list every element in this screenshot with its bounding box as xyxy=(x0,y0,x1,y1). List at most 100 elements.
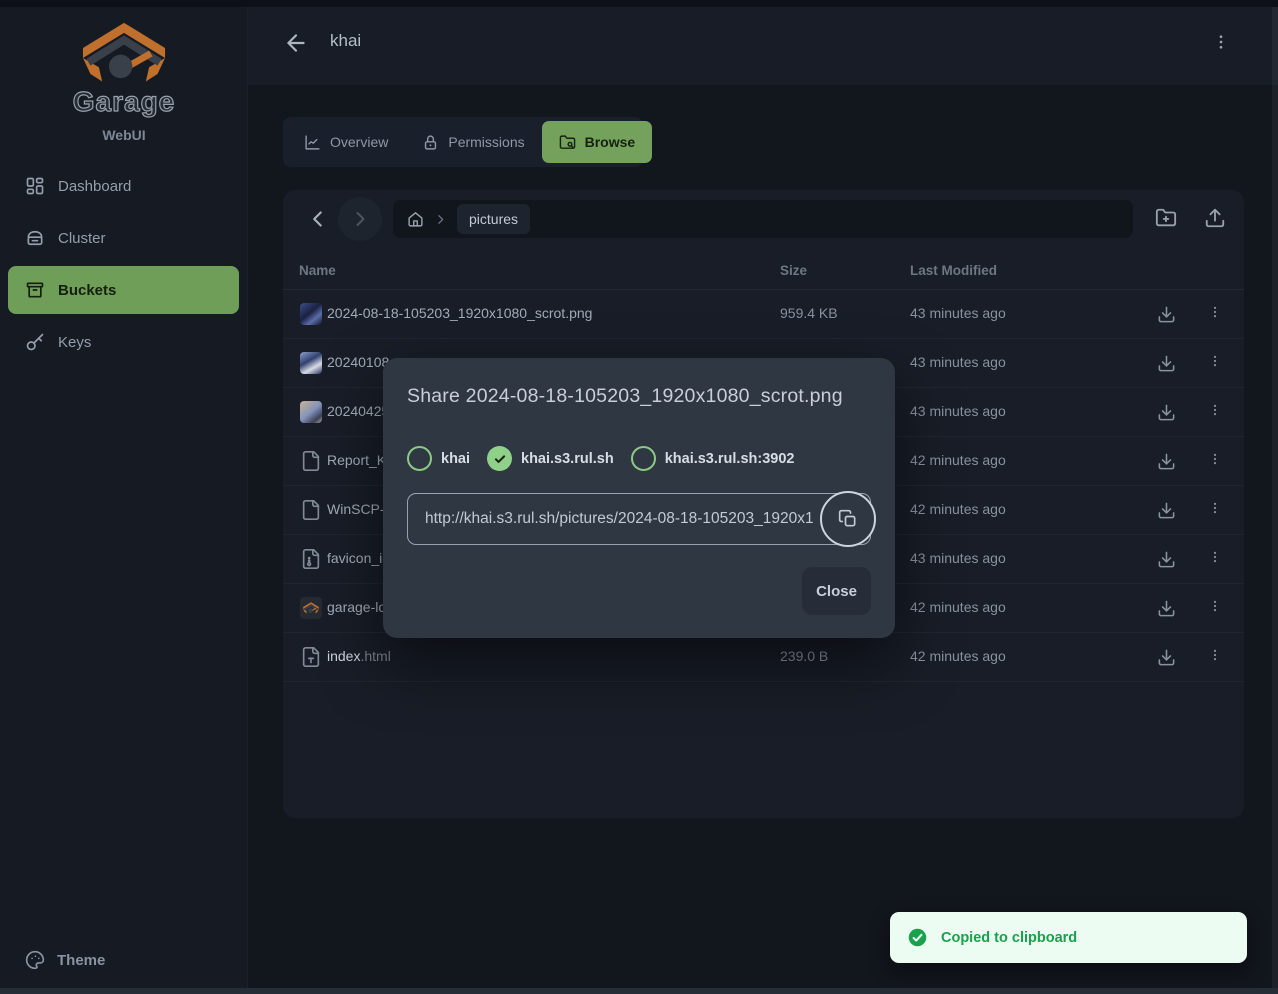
theme-button[interactable]: Theme xyxy=(8,938,239,982)
row-menu-button[interactable] xyxy=(1208,354,1222,373)
radio-option-khai-s3-3902[interactable]: khai.s3.rul.sh:3902 xyxy=(631,446,795,471)
app-subtitle: WebUI xyxy=(0,127,248,143)
breadcrumb: pictures xyxy=(393,200,1133,238)
tab-label: Browse xyxy=(585,134,636,150)
sidebar-item-buckets[interactable]: Buckets xyxy=(8,266,239,314)
app-name: Garage xyxy=(0,86,248,118)
back-button[interactable] xyxy=(281,28,311,58)
garage-logo-thumbnail xyxy=(300,597,322,619)
tab-permissions[interactable]: Permissions xyxy=(405,121,541,163)
file-image-icon xyxy=(300,548,322,570)
file-icon xyxy=(300,450,322,472)
upload-icon xyxy=(1204,207,1226,229)
radio-label: khai.s3.rul.sh:3902 xyxy=(665,451,795,467)
file-name-extension: .html xyxy=(360,648,390,664)
bucket-title: khai xyxy=(330,31,361,51)
table-row[interactable]: index.html 239.0 B 42 minutes ago xyxy=(283,633,1244,682)
column-header-size: Size xyxy=(780,263,807,278)
folder-search-icon xyxy=(559,134,576,151)
download-button[interactable] xyxy=(1157,452,1176,471)
bucket-menu-button[interactable] xyxy=(1210,30,1232,54)
file-modified: 42 minutes ago xyxy=(910,501,1006,517)
row-menu-button[interactable] xyxy=(1208,403,1222,422)
download-button[interactable] xyxy=(1157,403,1176,422)
download-icon xyxy=(1157,501,1176,520)
new-folder-button[interactable] xyxy=(1155,207,1177,229)
image-thumbnail xyxy=(300,401,322,423)
radio-label: khai xyxy=(441,451,470,467)
kebab-menu-icon xyxy=(1208,599,1222,613)
sidebar-item-keys[interactable]: Keys xyxy=(8,318,239,366)
file-name: Report_K xyxy=(327,452,386,468)
upload-button[interactable] xyxy=(1204,207,1226,229)
row-menu-button[interactable] xyxy=(1208,599,1222,618)
tab-browse[interactable]: Browse xyxy=(542,121,653,163)
theme-label: Theme xyxy=(57,952,105,969)
key-icon xyxy=(25,332,45,352)
file-modified: 42 minutes ago xyxy=(910,452,1006,468)
download-button[interactable] xyxy=(1157,501,1176,520)
file-name: index.html xyxy=(327,648,391,664)
download-button[interactable] xyxy=(1157,648,1176,667)
image-thumbnail xyxy=(300,303,322,325)
horizontal-scrollbar[interactable] xyxy=(0,988,1278,994)
history-back-button[interactable] xyxy=(305,206,331,232)
row-menu-button[interactable] xyxy=(1208,305,1222,324)
dashboard-icon xyxy=(25,176,45,196)
row-menu-button[interactable] xyxy=(1208,648,1222,667)
radio-option-khai-s3[interactable]: khai.s3.rul.sh xyxy=(487,446,614,471)
download-icon xyxy=(1157,452,1176,471)
close-button[interactable]: Close xyxy=(802,567,871,615)
download-icon xyxy=(1157,648,1176,667)
file-name: 2024-08-18-105203_1920x1080_scrot.png xyxy=(327,305,592,321)
download-button[interactable] xyxy=(1157,305,1176,324)
arrow-left-icon xyxy=(283,30,309,56)
radio-unchecked-icon xyxy=(407,446,432,471)
garage-logo-icon xyxy=(80,22,168,84)
check-icon xyxy=(493,452,507,466)
tab-overview[interactable]: Overview xyxy=(287,121,405,163)
cluster-icon xyxy=(25,228,45,248)
kebab-menu-icon xyxy=(1212,33,1230,51)
column-header-name: Name xyxy=(299,263,336,278)
column-header-modified: Last Modified xyxy=(910,263,997,278)
radio-option-khai[interactable]: khai xyxy=(407,446,470,471)
home-icon[interactable] xyxy=(407,211,424,228)
sidebar-item-cluster[interactable]: Cluster xyxy=(8,214,239,262)
kebab-menu-icon xyxy=(1208,452,1222,466)
toast-notification: Copied to clipboard xyxy=(890,912,1247,963)
radio-unchecked-icon xyxy=(631,446,656,471)
download-icon xyxy=(1157,354,1176,373)
download-button[interactable] xyxy=(1157,599,1176,618)
kebab-menu-icon xyxy=(1208,648,1222,662)
download-button[interactable] xyxy=(1157,550,1176,569)
copy-icon xyxy=(838,509,858,529)
folder-plus-icon xyxy=(1155,207,1177,229)
radio-label: khai.s3.rul.sh xyxy=(521,451,614,467)
sidebar-item-label: Keys xyxy=(58,334,91,351)
file-modified: 43 minutes ago xyxy=(910,354,1006,370)
tab-label: Permissions xyxy=(448,134,524,150)
vertical-scrollbar[interactable] xyxy=(1272,7,1278,988)
copy-url-button[interactable] xyxy=(820,491,876,547)
image-thumbnail xyxy=(300,352,322,374)
file-type-icon xyxy=(300,646,322,668)
share-url-input[interactable] xyxy=(407,493,871,545)
toast-message: Copied to clipboard xyxy=(941,930,1077,946)
kebab-menu-icon xyxy=(1208,354,1222,368)
history-forward-button[interactable] xyxy=(338,197,382,241)
sidebar-item-label: Cluster xyxy=(58,230,106,247)
row-menu-button[interactable] xyxy=(1208,501,1222,520)
check-circle-icon xyxy=(907,927,928,948)
file-name: garage-lo xyxy=(327,599,386,615)
row-menu-button[interactable] xyxy=(1208,452,1222,471)
breadcrumb-segment-pictures[interactable]: pictures xyxy=(457,204,530,234)
share-dialog-title: Share 2024-08-18-105203_1920x1080_scrot.… xyxy=(407,385,843,408)
table-row[interactable]: 2024-08-18-105203_1920x1080_scrot.png 95… xyxy=(283,290,1244,339)
file-modified: 43 minutes ago xyxy=(910,305,1006,321)
download-button[interactable] xyxy=(1157,354,1176,373)
sidebar-item-label: Buckets xyxy=(58,282,116,299)
buckets-icon xyxy=(25,280,45,300)
row-menu-button[interactable] xyxy=(1208,550,1222,569)
sidebar-item-dashboard[interactable]: Dashboard xyxy=(8,162,239,210)
